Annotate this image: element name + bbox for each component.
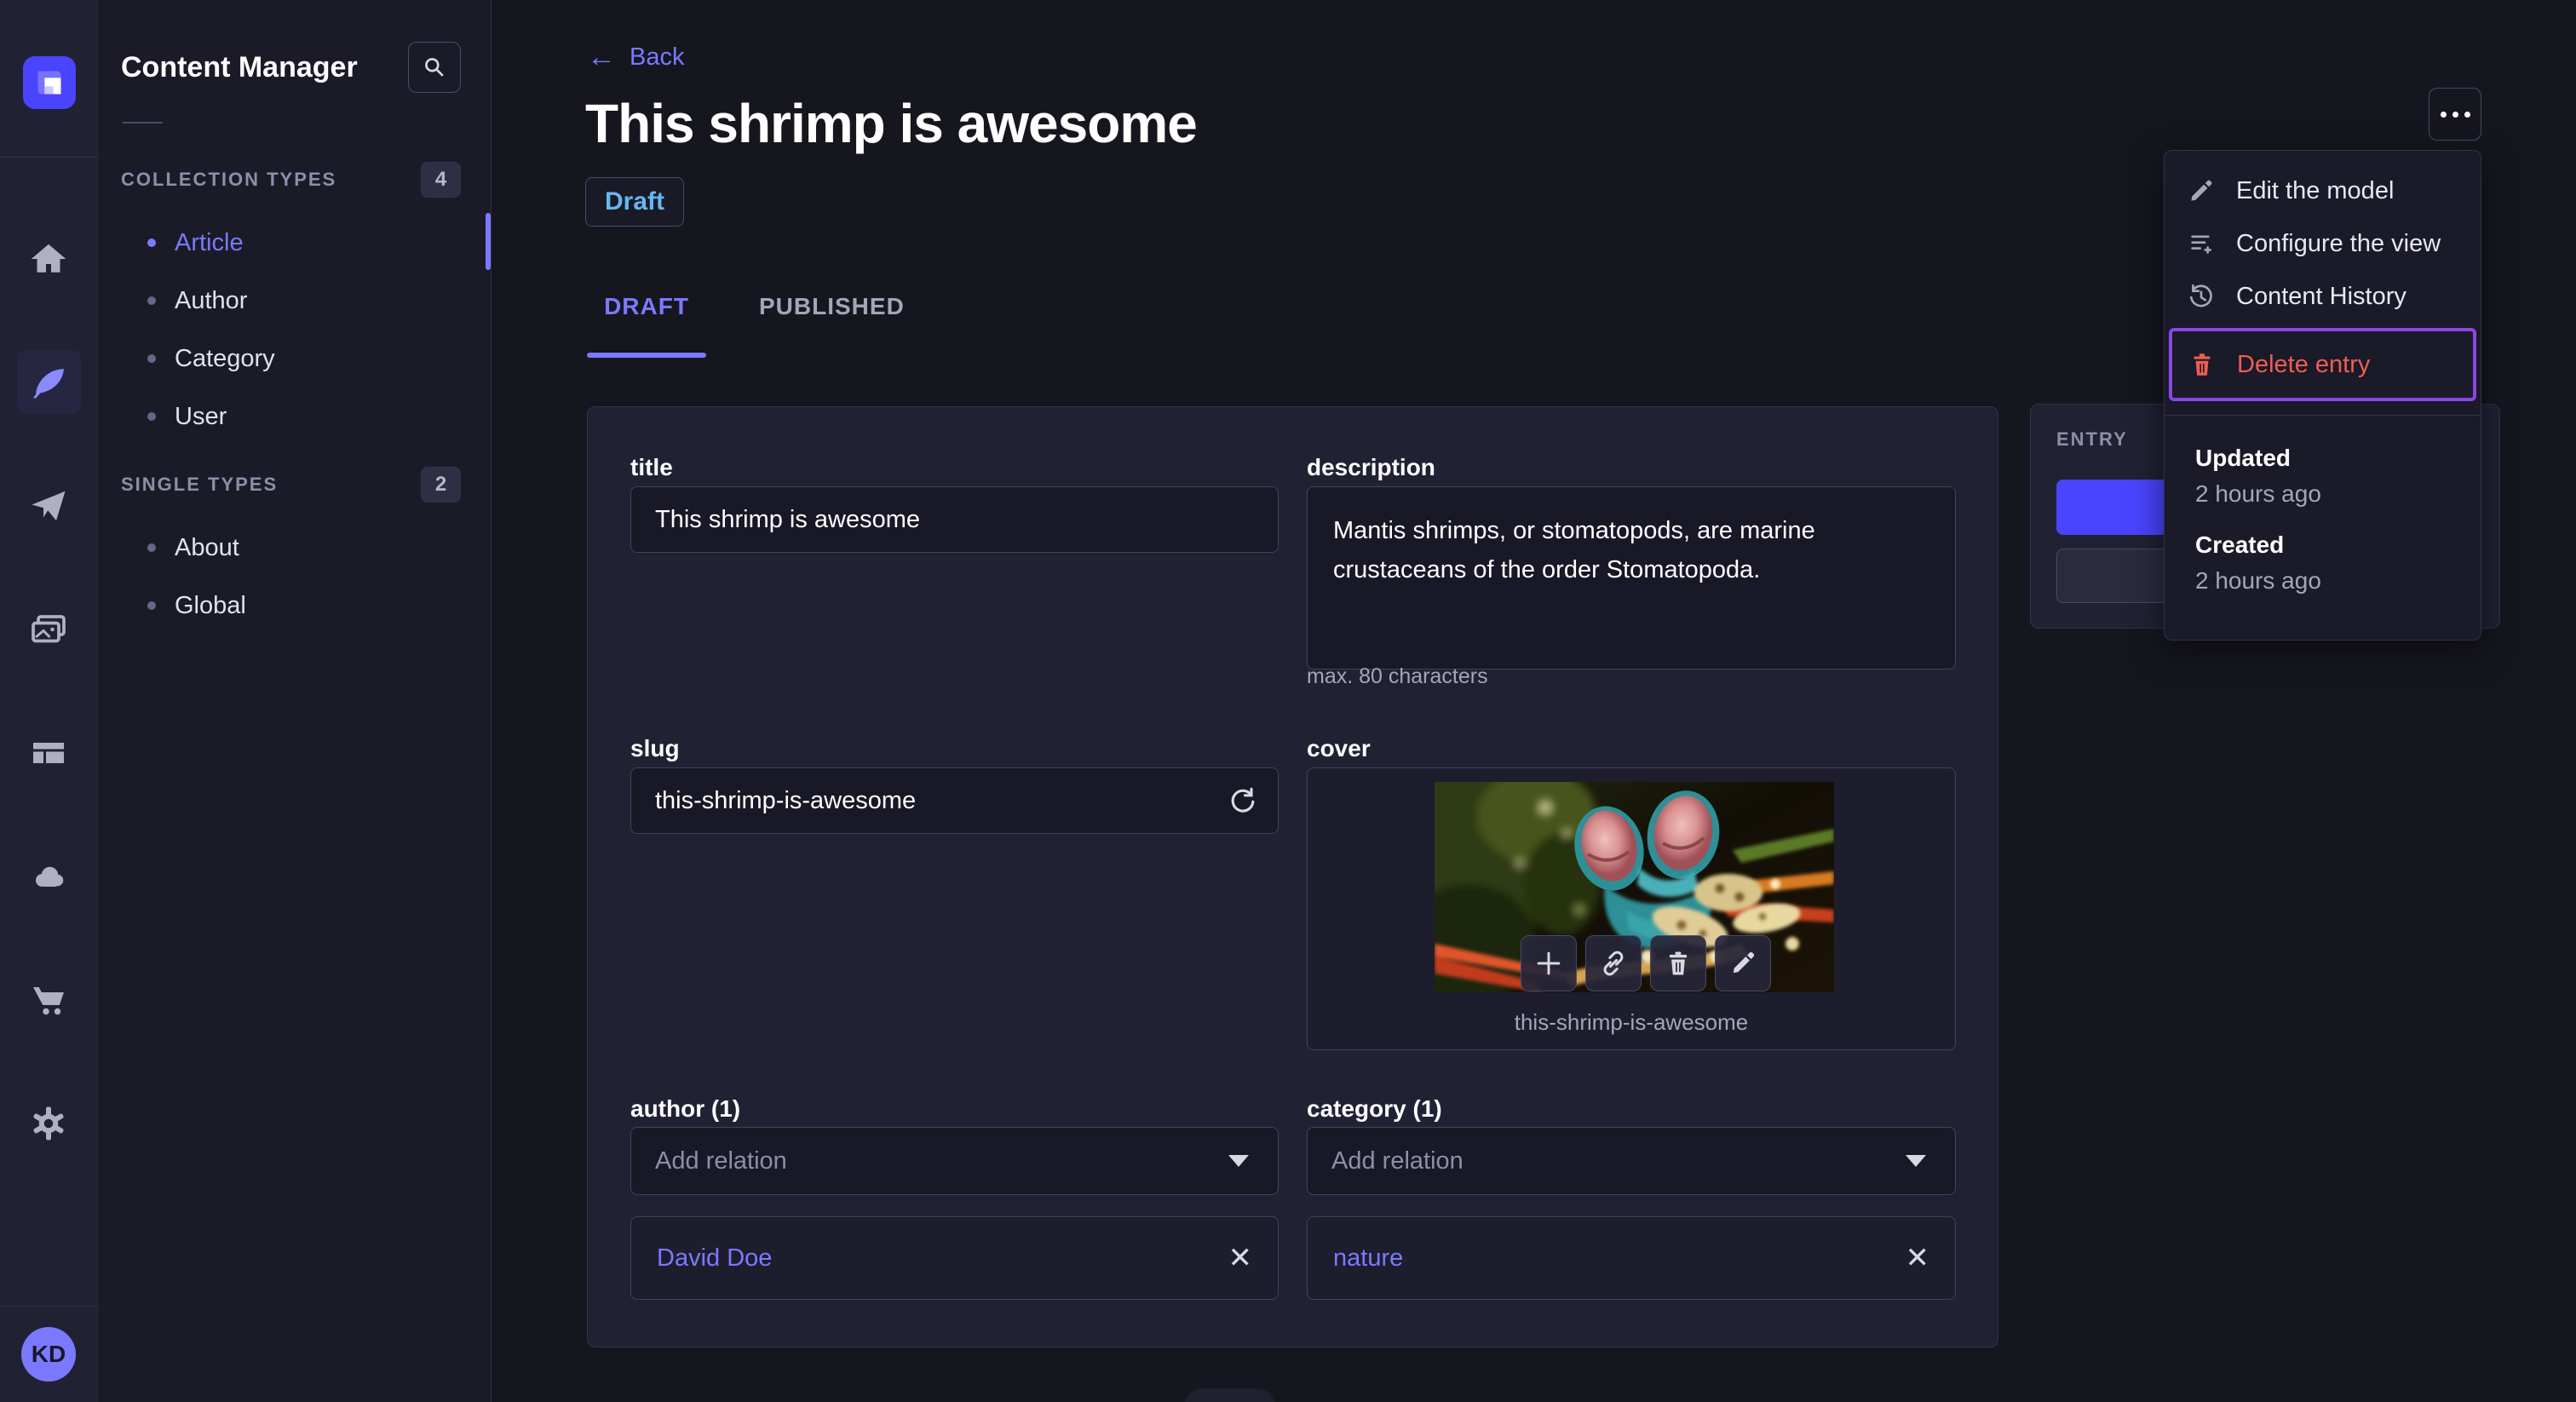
relation-link[interactable]: David Doe bbox=[657, 1244, 1228, 1273]
cart-icon[interactable] bbox=[17, 968, 81, 1031]
menu-item-content-history[interactable]: Content History bbox=[2165, 270, 2481, 323]
entry-form-panel: title description Mantis shrimps, or sto… bbox=[587, 406, 1998, 1347]
cover-caption: this-shrimp-is-awesome bbox=[1514, 1009, 1749, 1035]
description-label: description bbox=[1307, 454, 1435, 480]
relation-link[interactable]: nature bbox=[1333, 1244, 1906, 1273]
description-textarea[interactable]: Mantis shrimps, or stomatopods, are mari… bbox=[1307, 486, 1956, 669]
updated-value: 2 hours ago bbox=[2195, 480, 2321, 507]
updated-label: Updated bbox=[2195, 445, 2291, 471]
bullet-icon bbox=[147, 543, 156, 552]
sidebar-item-category[interactable]: Category bbox=[98, 330, 491, 388]
app-root: KD Content Manager COLLECTION TYPES 4 Ar… bbox=[0, 0, 2576, 1402]
chevron-down-icon bbox=[1906, 1155, 1926, 1167]
sidebar-item-article[interactable]: Article bbox=[98, 214, 491, 272]
rail-divider bbox=[0, 157, 97, 158]
strapi-logo[interactable] bbox=[23, 56, 76, 109]
more-actions-button[interactable] bbox=[2429, 88, 2481, 141]
bullet-icon bbox=[147, 238, 156, 247]
tab-published[interactable]: PUBLISHED bbox=[757, 281, 906, 332]
bullet-icon bbox=[147, 601, 156, 610]
copy-link-button[interactable] bbox=[1585, 935, 1642, 991]
context-menu: Edit the model Configure the view Conten… bbox=[2164, 150, 2481, 641]
rail-divider bbox=[0, 1306, 97, 1307]
layout-icon[interactable] bbox=[17, 721, 81, 784]
refresh-icon[interactable] bbox=[1226, 784, 1260, 818]
icon-rail: KD bbox=[0, 0, 98, 1402]
menu-item-delete-entry[interactable]: Delete entry bbox=[2169, 328, 2476, 401]
feather-icon[interactable] bbox=[16, 350, 81, 414]
created-value: 2 hours ago bbox=[2195, 567, 2321, 594]
delete-asset-button[interactable] bbox=[1650, 935, 1706, 991]
category-relation-select[interactable]: Add relation bbox=[1307, 1127, 1956, 1195]
status-badge: Draft bbox=[585, 177, 685, 227]
sidebar-item-author[interactable]: Author bbox=[98, 272, 491, 330]
ellipsis-icon bbox=[2440, 111, 2447, 118]
history-icon bbox=[2187, 282, 2216, 311]
cover-field: this-shrimp-is-awesome bbox=[1307, 767, 1956, 1050]
bullet-icon bbox=[147, 354, 156, 363]
remove-relation-icon[interactable]: ✕ bbox=[1228, 1244, 1253, 1273]
menu-item-edit-model[interactable]: Edit the model bbox=[2165, 164, 2481, 217]
add-asset-button[interactable] bbox=[1521, 935, 1577, 991]
bullet-icon bbox=[147, 296, 156, 305]
main-content: ← Back This shrimp is awesome Draft DRAF… bbox=[492, 0, 2576, 1402]
paper-plane-icon[interactable] bbox=[17, 474, 81, 537]
tab-draft[interactable]: DRAFT bbox=[587, 281, 706, 358]
plus-icon bbox=[1532, 947, 1565, 980]
category-label: category (1) bbox=[1307, 1095, 1442, 1122]
trash-icon bbox=[2188, 350, 2217, 379]
title-input[interactable] bbox=[630, 486, 1279, 553]
ellipsis-icon bbox=[2464, 111, 2470, 118]
pencil-icon bbox=[2187, 176, 2216, 205]
author-relation-select[interactable]: Add relation bbox=[630, 1127, 1279, 1195]
slug-label: slug bbox=[630, 735, 680, 761]
page-title: This shrimp is awesome bbox=[585, 93, 1198, 154]
author-label: author (1) bbox=[630, 1095, 741, 1122]
author-relation-item: David Doe ✕ bbox=[630, 1216, 1279, 1300]
gear-icon[interactable] bbox=[17, 1091, 81, 1155]
single-types-count: 2 bbox=[421, 467, 461, 503]
sidebar-item-global[interactable]: Global bbox=[98, 577, 491, 635]
bullet-icon bbox=[147, 412, 156, 421]
home-icon[interactable] bbox=[17, 227, 81, 290]
ellipsis-icon bbox=[2452, 111, 2458, 118]
subnav-rule bbox=[123, 122, 163, 124]
back-arrow-icon: ← bbox=[587, 41, 616, 73]
active-item-indicator bbox=[486, 213, 491, 270]
title-label: title bbox=[630, 454, 673, 480]
avatar[interactable]: KD bbox=[21, 1327, 76, 1382]
list-settings-icon bbox=[2187, 229, 2216, 258]
category-relation-item: nature ✕ bbox=[1307, 1216, 1956, 1300]
entry-panel-label: ENTRY bbox=[2056, 428, 2128, 450]
menu-item-configure-view[interactable]: Configure the view bbox=[2165, 217, 2481, 270]
version-tabs: DRAFT PUBLISHED bbox=[587, 281, 906, 358]
trash-icon bbox=[1663, 948, 1693, 979]
cover-actions bbox=[1521, 935, 1771, 991]
search-icon bbox=[420, 53, 449, 82]
pictures-icon[interactable] bbox=[17, 597, 81, 661]
back-link[interactable]: ← Back bbox=[587, 43, 684, 72]
section-single-types: SINGLE TYPES bbox=[121, 474, 279, 495]
section-collection-types: COLLECTION TYPES bbox=[121, 169, 337, 190]
pencil-icon bbox=[1728, 948, 1758, 979]
created-label: Created bbox=[2195, 531, 2285, 558]
subnav-title: Content Manager bbox=[121, 50, 358, 83]
collection-types-count: 4 bbox=[421, 162, 461, 198]
description-hint: max. 80 characters bbox=[1307, 664, 1488, 688]
cover-label: cover bbox=[1307, 735, 1371, 761]
floating-widget[interactable] bbox=[1184, 1388, 1275, 1402]
cloud-icon[interactable] bbox=[17, 844, 81, 908]
chevron-down-icon bbox=[1228, 1155, 1249, 1167]
sidebar-item-user[interactable]: User bbox=[98, 388, 491, 445]
slug-input[interactable] bbox=[630, 767, 1279, 834]
edit-asset-button[interactable] bbox=[1715, 935, 1771, 991]
content-manager-subnav: Content Manager COLLECTION TYPES 4 Artic… bbox=[98, 0, 492, 1402]
link-icon bbox=[1597, 947, 1630, 980]
search-button[interactable] bbox=[408, 42, 461, 93]
remove-relation-icon[interactable]: ✕ bbox=[1906, 1244, 1930, 1273]
sidebar-item-about[interactable]: About bbox=[98, 519, 491, 577]
